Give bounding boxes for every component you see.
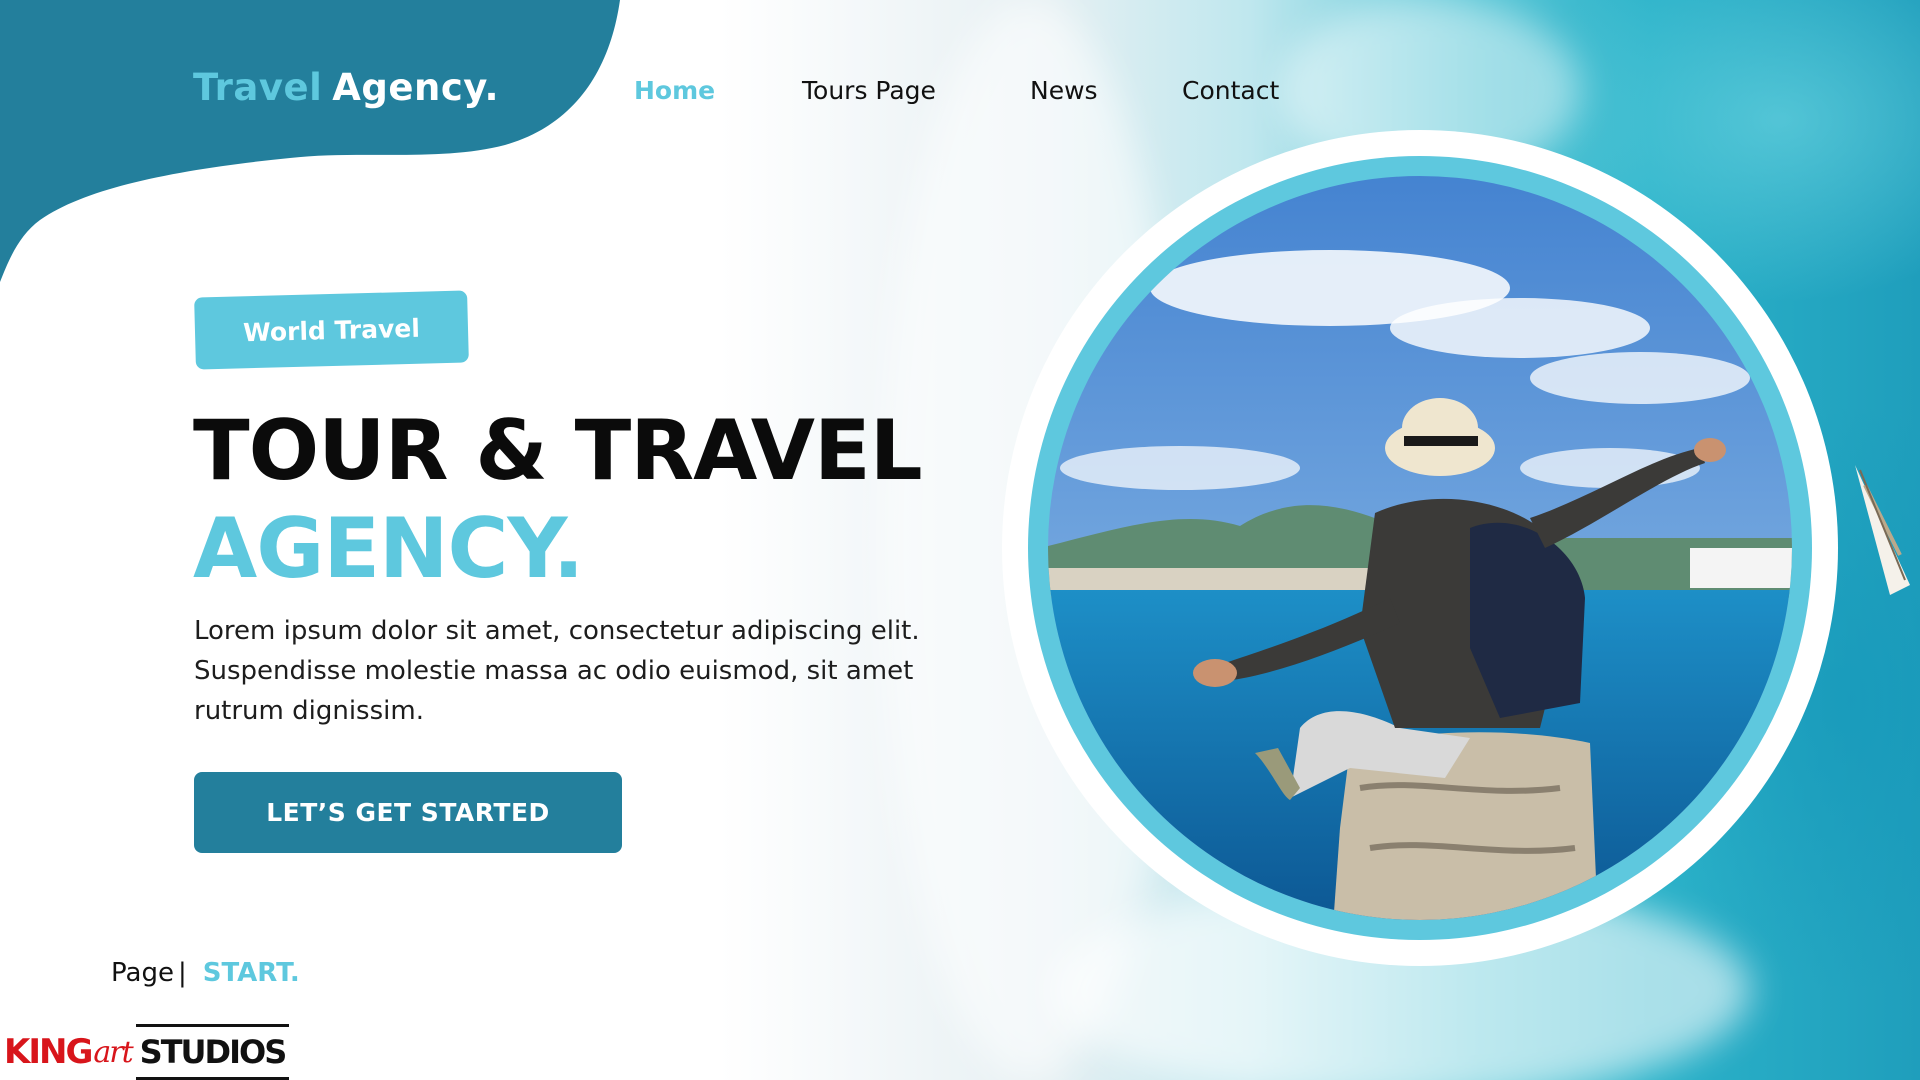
hero-description: Lorem ipsum dolor sit amet, consectetur … bbox=[194, 616, 920, 726]
studio-logo: KING art STUDIOS bbox=[0, 1024, 290, 1080]
sailboat-icon bbox=[1855, 465, 1910, 595]
traveler-photo bbox=[1002, 130, 1838, 966]
brand-word-agency: Agency. bbox=[332, 66, 500, 109]
nav-tours-page[interactable]: Tours Page bbox=[802, 76, 936, 105]
page-current: START. bbox=[202, 958, 300, 988]
world-travel-badge: World Travel bbox=[194, 290, 469, 370]
page-label: Page bbox=[111, 958, 174, 988]
nav-news[interactable]: News bbox=[1030, 76, 1098, 105]
page-indicator: Page | START. bbox=[111, 958, 300, 988]
brand-word-travel: Travel bbox=[193, 66, 323, 109]
header-wave-shape bbox=[0, 0, 620, 282]
nav-contact[interactable]: Contact bbox=[1182, 76, 1279, 105]
brand-logo[interactable]: Travel Agency. bbox=[193, 66, 499, 109]
get-started-button[interactable]: LET’S GET STARTED bbox=[194, 772, 622, 853]
logo-studios: STUDIOS bbox=[135, 1024, 290, 1080]
page-separator: | bbox=[177, 958, 187, 988]
nav-home[interactable]: Home bbox=[634, 76, 715, 105]
headline-line-2: AGENCY. bbox=[193, 500, 584, 597]
logo-king: KING art bbox=[0, 1024, 136, 1080]
headline-line-1: TOUR & TRAVEL bbox=[193, 402, 923, 499]
hero-headline: TOUR & TRAVEL AGENCY. bbox=[193, 402, 923, 598]
